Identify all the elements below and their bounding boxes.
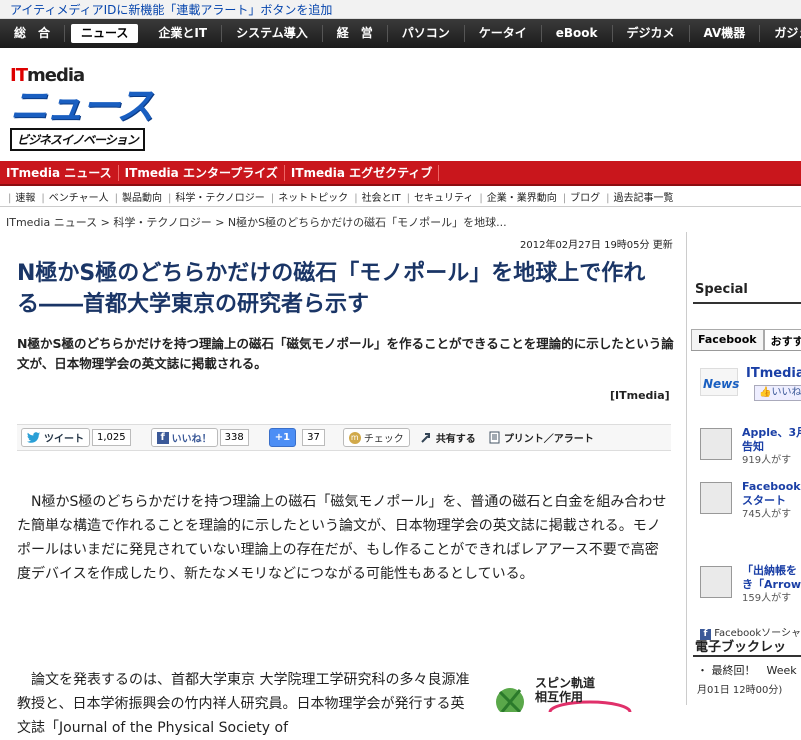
nav-item-av[interactable]: AV機器 bbox=[690, 25, 761, 42]
ebooklet-underline bbox=[693, 655, 801, 657]
feed-item-count: 159人がす bbox=[742, 593, 792, 604]
logo-itmedia: ITmedia bbox=[10, 65, 85, 86]
article-lead: N極かS極のどちらかだけを持つ理論上の磁石「磁気モノポール」を作ることができるこ… bbox=[17, 336, 674, 371]
tweet-count: 1,025 bbox=[92, 429, 131, 446]
share-icon bbox=[421, 432, 430, 443]
ebooklet-item-title[interactable]: ・ 最終回！ Week bbox=[697, 661, 797, 681]
article-credit: [ITmedia] bbox=[610, 389, 670, 402]
tweet-label: ツイート bbox=[44, 434, 84, 445]
avatar bbox=[700, 428, 732, 460]
column-divider bbox=[686, 232, 687, 705]
logo-business-innovation: ビジネスイノベーション bbox=[10, 128, 145, 151]
nav-item-pc[interactable]: パソコン bbox=[388, 25, 465, 42]
category-link[interactable]: 科学・テクノロジー bbox=[168, 189, 271, 204]
category-link[interactable]: 過去記事一覧 bbox=[606, 189, 679, 204]
feed-item-title[interactable]: 告知 bbox=[742, 440, 801, 454]
feed-item-count: 919人がす bbox=[742, 455, 792, 466]
category-link[interactable]: ブログ bbox=[563, 189, 606, 204]
logo-news: ニュース bbox=[10, 84, 154, 128]
nav-item-camera[interactable]: デジカメ bbox=[613, 25, 690, 42]
facebook-like-small-button[interactable]: 👍いいね bbox=[754, 385, 801, 401]
mixi-check-button[interactable]: m チェック bbox=[342, 428, 410, 447]
thumbs-up-icon: 👍 bbox=[759, 387, 772, 398]
facebook-like-count: 338 bbox=[219, 429, 249, 446]
nav-item-enterprise[interactable]: 企業とIT bbox=[144, 25, 223, 42]
global-nav: 総 合 ニュース 企業とIT システム導入 経 営 パソコン ケータイ eBoo… bbox=[0, 19, 801, 48]
avatar bbox=[700, 482, 732, 514]
tweet-button[interactable]: ツイート bbox=[21, 428, 90, 447]
avatar bbox=[700, 566, 732, 598]
nav-item-news[interactable]: ニュース bbox=[71, 24, 139, 43]
category-link[interactable]: 速報 bbox=[8, 189, 41, 204]
itmedia-news-thumb[interactable]: News bbox=[700, 368, 740, 396]
nav-item-gadget[interactable]: ガジェット bbox=[760, 25, 801, 42]
category-link[interactable]: 製品動向 bbox=[115, 189, 168, 204]
facebook-like-button[interactable]: f いいね！ bbox=[150, 428, 218, 447]
feed-item-title[interactable]: Facebookが bbox=[742, 480, 801, 494]
feed-item-title[interactable]: スタート bbox=[742, 494, 801, 508]
category-link[interactable]: 社会とIT bbox=[354, 189, 406, 204]
category-link[interactable]: ネットトピック bbox=[271, 189, 354, 204]
sidebar-tabs: Facebook おすす bbox=[691, 329, 801, 351]
facebook-feed-item[interactable]: Apple、3月 告知 919人がす bbox=[700, 426, 801, 470]
mixi-check-label: チェック bbox=[363, 434, 404, 445]
special-heading: Special bbox=[695, 282, 748, 297]
facebook-icon: f bbox=[156, 431, 169, 444]
section-nav-enterprise[interactable]: ITmedia エンタープライズ bbox=[119, 164, 285, 181]
ebooklet-item-date: 月01日 12時00分) bbox=[697, 685, 783, 696]
print-icon bbox=[489, 431, 500, 444]
article-paragraph: N極かS極のどちらかだけを持つ理論上の磁石「磁気モノポール」を、普通の磁石と白金… bbox=[17, 494, 667, 582]
share-button[interactable]: 共有する bbox=[420, 430, 476, 445]
facebook-page-name[interactable]: ITmedia bbox=[746, 366, 801, 381]
google-plus-button[interactable]: +1 bbox=[268, 428, 297, 447]
tab-facebook[interactable]: Facebook bbox=[691, 329, 764, 350]
mixi-icon: m bbox=[348, 431, 361, 444]
nav-item-mobile[interactable]: ケータイ bbox=[465, 25, 542, 42]
category-nav: 速報 ベンチャー人 製品動向 科学・テクノロジー ネットトピック 社会とIT セ… bbox=[0, 187, 801, 207]
article-paragraph: 論文を発表するのは、首都大学東京 大学院理工学研究科の多々良源准教授と、日本学術… bbox=[17, 672, 470, 736]
nav-item-management[interactable]: 経 営 bbox=[323, 25, 388, 42]
share-label: 共有する bbox=[435, 434, 476, 445]
figure-caption: スピン軌道相互作用 bbox=[535, 676, 596, 704]
facebook-page-widget: News ITmedia 👍いいね bbox=[700, 366, 801, 402]
print-alert-button[interactable]: プリント／アラート bbox=[488, 430, 594, 445]
ebooklet-heading: 電子ブックレッ bbox=[695, 640, 787, 655]
nav-item-general[interactable]: 総 合 bbox=[0, 25, 66, 42]
facebook-like-label: いいね！ bbox=[171, 434, 212, 445]
article-figure: スピン軌道相互作用 bbox=[480, 672, 650, 724]
thumb-logo-text: News bbox=[703, 377, 740, 391]
category-link[interactable]: セキュリティ bbox=[407, 189, 480, 204]
section-nav: ITmedia ニュース ITmedia エンタープライズ ITmedia エグ… bbox=[0, 161, 801, 186]
special-underline bbox=[693, 302, 801, 304]
article-date: 2012年02月27日 19時05分 更新 bbox=[520, 240, 673, 251]
facebook-feed-item[interactable]: 「出納帳を き「Arrow 159人がす bbox=[700, 564, 801, 608]
twitter-bird-icon bbox=[27, 432, 40, 443]
section-nav-news[interactable]: ITmedia ニュース bbox=[0, 164, 119, 181]
feed-item-count: 745人がす bbox=[742, 509, 792, 520]
print-alert-label: プリント／アラート bbox=[503, 434, 594, 445]
section-nav-executive[interactable]: ITmedia エグゼクティブ bbox=[285, 164, 440, 181]
nav-item-system[interactable]: システム導入 bbox=[222, 25, 323, 42]
article-title: N極かS極のどちらかだけの磁石「モノポール」を地球上で作れる――首都大学東京の研… bbox=[17, 261, 646, 317]
google-plus-count: 37 bbox=[302, 429, 325, 446]
breadcrumb[interactable]: ITmedia ニュース > 科学・テクノロジー > N極かS極のどちらかだけの… bbox=[6, 214, 507, 230]
category-link[interactable]: 企業・業界動向 bbox=[479, 189, 562, 204]
feed-item-title[interactable]: Apple、3月 bbox=[742, 426, 801, 440]
facebook-feed-item[interactable]: Facebookが スタート 745人がす bbox=[700, 480, 801, 524]
share-bar: ツイート 1,025 f いいね！ 338 +1 37 m チェック 共有する … bbox=[17, 424, 671, 451]
top-announcement-link[interactable]: アイティメディアIDに新機能「連載アラート」ボタンを追加 bbox=[0, 0, 801, 19]
category-link[interactable]: ベンチャー人 bbox=[41, 189, 114, 204]
site-logo[interactable]: ITmedia ニュース ビジネスイノベーション bbox=[10, 66, 170, 152]
tab-recommend[interactable]: おすす bbox=[763, 329, 801, 350]
ebooklet-item[interactable]: ・ 最終回！ Week 月01日 12時00分) bbox=[697, 661, 797, 701]
feed-item-title[interactable]: 「出納帳を bbox=[742, 564, 801, 578]
nav-item-ebook[interactable]: eBook bbox=[542, 25, 613, 42]
feed-item-title[interactable]: き「Arrow bbox=[742, 578, 801, 592]
